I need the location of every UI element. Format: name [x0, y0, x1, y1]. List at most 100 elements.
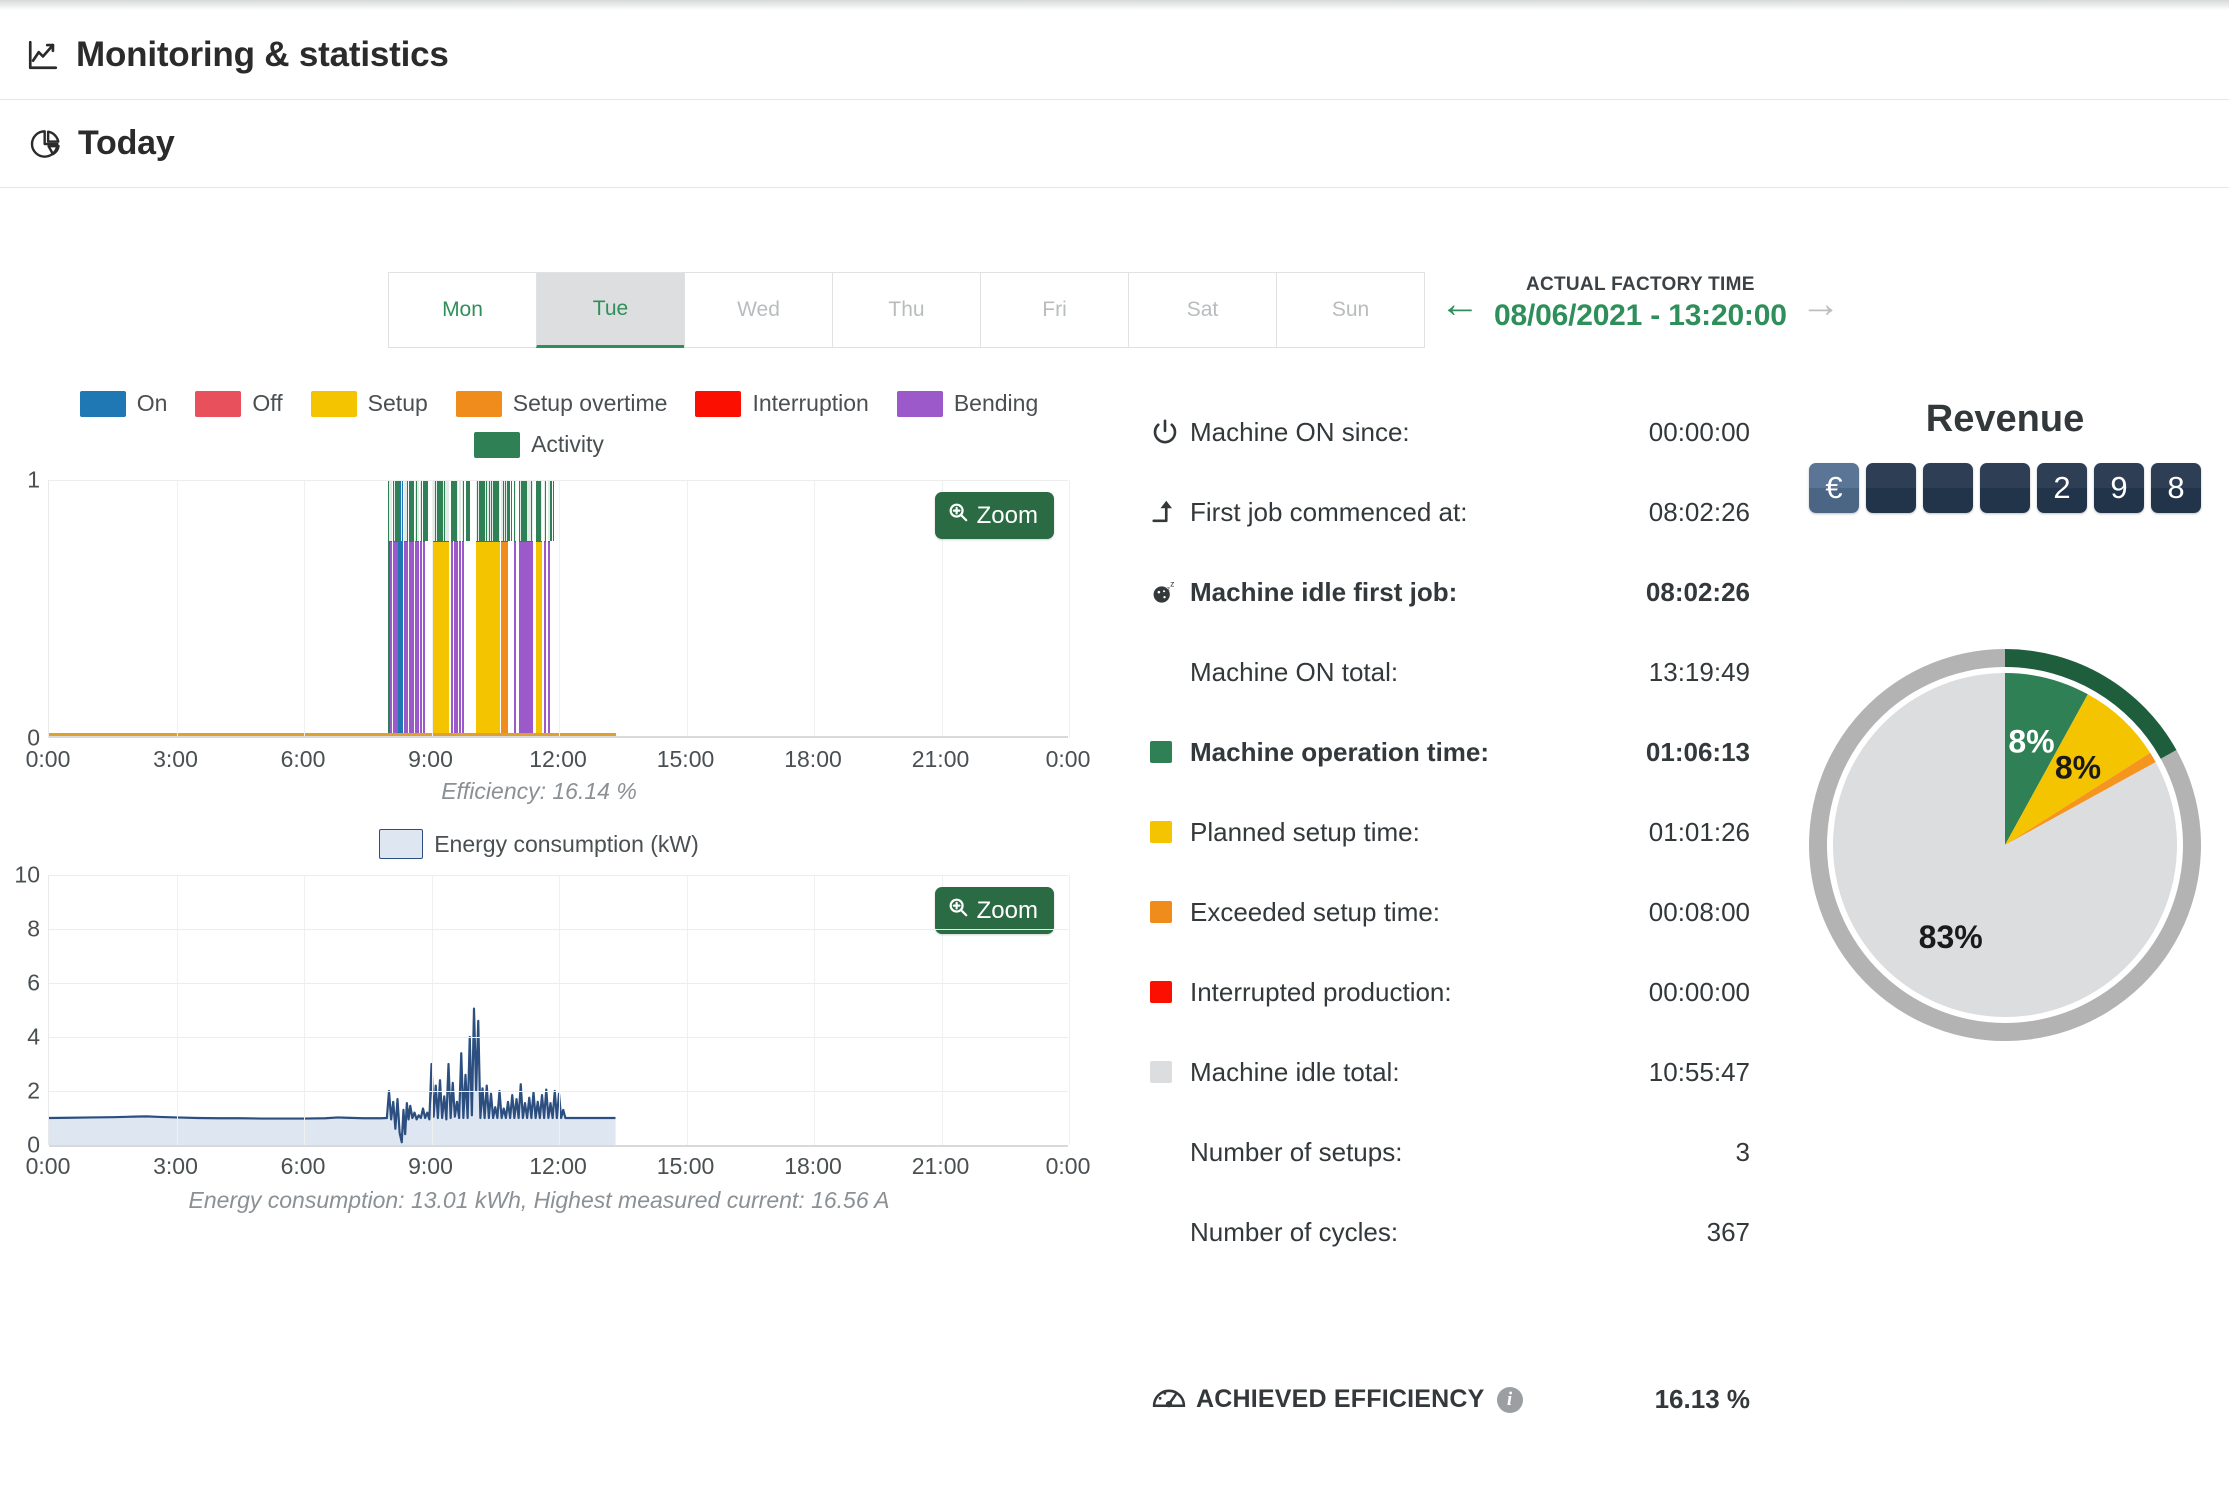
vertical-gridline [1069, 875, 1070, 1145]
stat-color-swatch [1150, 901, 1190, 923]
revenue-title: Revenue [1925, 398, 2085, 440]
x-tick-label: 0:00 [25, 1153, 71, 1179]
activity-bar-tick [398, 480, 400, 542]
charts-column: On Off Setup Setup overtime Interruption Bend… [0, 390, 1090, 1214]
pie-chart-icon [30, 128, 62, 160]
activity-bar-tick [426, 480, 428, 542]
achieved-efficiency-value: 16.13 % [1654, 1384, 1750, 1414]
vertical-gridline [814, 480, 815, 738]
achieved-efficiency-text: ACHIEVED EFFICIENCY [1196, 1385, 1485, 1413]
revenue-odometer: €2 9 8 [1790, 463, 2220, 513]
vertical-gridline [176, 480, 178, 738]
x-tick-label: 12:00 [529, 1153, 587, 1179]
legend-item-off[interactable]: Off [195, 390, 283, 417]
x-tick-label: 0:00 [1045, 746, 1091, 772]
horizontal-gridline [49, 929, 1068, 930]
activity-bar-tick [410, 480, 412, 542]
stat-value: 3 [1735, 1136, 1750, 1167]
day-tab-label: Fri [1042, 298, 1067, 321]
swatch [1150, 741, 1172, 763]
stat-row: First job commenced at: 08:02:26 [1150, 472, 1750, 552]
activity-zoom-label: Zoom [976, 501, 1038, 529]
day-tab-wed: Wed [684, 272, 833, 348]
x-tick-label: 3:00 [153, 746, 198, 772]
stat-value: 00:00:00 [1648, 976, 1750, 1007]
stat-label: Machine idle total: [1190, 1056, 1400, 1087]
x-tick-label: 9:00 [408, 1153, 453, 1179]
activity-bar-body [543, 541, 547, 738]
factory-time-label: ACTUAL FACTORY TIME [1525, 274, 1755, 295]
legend-swatch [474, 431, 521, 458]
activity-zoom-button[interactable]: Zoom [934, 492, 1054, 539]
energy-area-fill [49, 1008, 616, 1145]
legend-swatch [695, 390, 742, 417]
horizontal-gridline [49, 480, 1068, 481]
y-tick-label: 6 [27, 969, 40, 996]
revenue-digit-tile: 2 [2037, 463, 2087, 513]
stat-row: Planned setup time: 01:01:26 [1150, 792, 1750, 872]
legend-item-setup-overtime[interactable]: Setup overtime [455, 390, 668, 417]
legend-item-on[interactable]: On [79, 390, 168, 417]
monitoring-statistics-page: Monitoring & statistics Today Mon Tue Wed T… [0, 0, 2229, 1505]
legend-item-setup[interactable]: Setup [310, 390, 428, 417]
energy-zoom-button[interactable]: Zoom [934, 887, 1054, 934]
activity-bar-tick [491, 480, 494, 542]
page-title: Monitoring & statistics [76, 34, 449, 74]
activity-bar-tick [496, 480, 499, 542]
legend-item-bending[interactable]: Bending [896, 390, 1038, 417]
revenue-digit-tile [1980, 463, 2030, 513]
energy-plot-area: Zoom [48, 875, 1070, 1147]
activity-bar-body [476, 541, 501, 738]
vertical-gridline [686, 480, 688, 738]
energy-zoom-label: Zoom [976, 896, 1038, 924]
arrow-left-icon[interactable]: ← [1440, 284, 1480, 324]
top-gradient-strip [0, 0, 2229, 10]
activity-bar-tick [414, 480, 417, 542]
activity-bar-tick [538, 480, 541, 542]
stat-value: 08:02:26 [1645, 576, 1750, 607]
stat-row: z z Machine idle first job: 08:02:26 [1150, 552, 1750, 632]
info-icon[interactable]: i [1496, 1386, 1523, 1413]
activity-bar-tick [442, 480, 445, 542]
legend-label: On [136, 390, 168, 416]
legend-swatch [310, 390, 357, 417]
legend-label: Setup overtime [512, 390, 668, 416]
activity-plot-area: Zoom [48, 480, 1070, 738]
y-tick-label: 10 [14, 861, 40, 888]
activity-bar-tick [468, 480, 471, 542]
legend-swatch [79, 390, 126, 417]
activity-bar-tick [543, 480, 545, 542]
stat-row: Machine operation time: 01:06:13 [1150, 712, 1750, 792]
legend-item-activity[interactable]: Activity [474, 431, 604, 458]
stat-value: 13:19:49 [1648, 656, 1750, 687]
day-tab-mon[interactable]: Mon [388, 272, 537, 348]
horizontal-gridline [49, 1091, 1068, 1092]
factory-time-value: 08/06/2021 - 13:20:00 [1494, 299, 1787, 332]
stat-label: Machine ON total: [1190, 656, 1399, 687]
swatch [1150, 981, 1172, 1003]
horizontal-gridline [49, 875, 1068, 876]
activity-bar-body [461, 541, 464, 738]
swatch [1150, 901, 1172, 923]
arrow-right-icon[interactable]: → [1801, 284, 1841, 324]
pie-slice-label: 8% [2055, 749, 2101, 785]
day-tab-label: Thu [888, 298, 925, 321]
stat-label: Number of cycles: [1190, 1216, 1399, 1247]
vertical-gridline [304, 875, 305, 1145]
stat-row: Machine idle total: 10:55:47 [1150, 1032, 1750, 1112]
x-tick-label: 6:00 [280, 1153, 326, 1179]
day-tab-sat: Sat [1128, 272, 1277, 348]
day-tab-label: Sun [1331, 298, 1370, 321]
vertical-gridline [686, 875, 688, 1145]
legend-item-interruption[interactable]: Interruption [695, 390, 869, 417]
vertical-gridline [559, 875, 560, 1145]
stat-color-swatch [1150, 1061, 1190, 1083]
stat-row: Machine ON total: 13:19:49 [1150, 632, 1750, 712]
stat-color-swatch [1150, 741, 1190, 763]
activity-bar-body [458, 541, 461, 738]
activity-bar-tick [512, 480, 515, 542]
day-tab-tue[interactable]: Tue [536, 272, 685, 348]
stat-label: First job commenced at: [1190, 496, 1468, 527]
legend-label: Interruption [752, 390, 869, 416]
pie-svg: 8%8% 83% [1809, 649, 2202, 1041]
